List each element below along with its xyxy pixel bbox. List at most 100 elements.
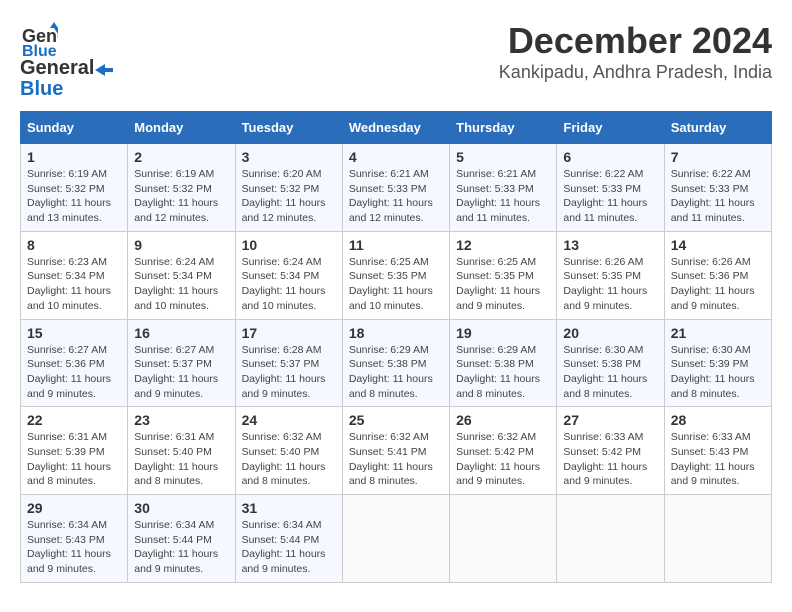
day-number: 28 [671, 412, 765, 428]
weekday-header: Tuesday [235, 112, 342, 144]
day-number: 4 [349, 149, 443, 165]
day-number: 26 [456, 412, 550, 428]
day-number: 5 [456, 149, 550, 165]
page-header: General Blue General Blue December 2024 … [20, 20, 772, 101]
day-detail: Sunrise: 6:32 AM Sunset: 5:42 PM Dayligh… [456, 430, 550, 489]
calendar-day-cell [342, 495, 449, 583]
day-number: 18 [349, 325, 443, 341]
weekday-header: Friday [557, 112, 664, 144]
calendar-day-cell: 7Sunrise: 6:22 AM Sunset: 5:33 PM Daylig… [664, 144, 771, 232]
calendar-day-cell: 4Sunrise: 6:21 AM Sunset: 5:33 PM Daylig… [342, 144, 449, 232]
day-number: 25 [349, 412, 443, 428]
day-number: 2 [134, 149, 228, 165]
day-number: 20 [563, 325, 657, 341]
calendar-week-row: 22Sunrise: 6:31 AM Sunset: 5:39 PM Dayli… [21, 407, 772, 495]
day-number: 23 [134, 412, 228, 428]
calendar-day-cell: 5 Sunrise: 6:21 AM Sunset: 5:33 PM Daylig… [450, 144, 557, 232]
day-number: 8 [27, 237, 121, 253]
calendar-day-cell: 25Sunrise: 6:32 AM Sunset: 5:41 PM Dayli… [342, 407, 449, 495]
day-number: 14 [671, 237, 765, 253]
day-detail: Sunrise: 6:24 AM Sunset: 5:34 PM Dayligh… [242, 255, 336, 314]
day-number: 21 [671, 325, 765, 341]
calendar-table: SundayMondayTuesdayWednesdayThursdayFrid… [20, 111, 772, 583]
weekday-header: Sunday [21, 112, 128, 144]
day-number: 17 [242, 325, 336, 341]
day-detail: Sunrise: 6:27 AM Sunset: 5:36 PM Dayligh… [27, 343, 121, 402]
day-number: 29 [27, 500, 121, 516]
calendar-day-cell: 27 Sunrise: 6:33 AM Sunset: 5:42 PM Dayli… [557, 407, 664, 495]
calendar-day-cell [450, 495, 557, 583]
weekday-header-row: SundayMondayTuesdayWednesdayThursdayFrid… [21, 112, 772, 144]
calendar-day-cell: 12 Sunrise: 6:25 AM Sunset: 5:35 PM Dayli… [450, 231, 557, 319]
calendar-day-cell: 21 Sunrise: 6:30 AM Sunset: 5:39 PM Dayli… [664, 319, 771, 407]
day-number: 1 [27, 149, 121, 165]
day-detail: Sunrise: 6:30 AM Sunset: 5:39 PM Dayligh… [671, 343, 765, 402]
day-number: 12 [456, 237, 550, 253]
day-detail: Sunrise: 6:33 AM Sunset: 5:42 PM Dayligh… [563, 430, 657, 489]
calendar-day-cell: 9Sunrise: 6:24 AM Sunset: 5:34 PM Daylig… [128, 231, 235, 319]
day-detail: Sunrise: 6:25 AM Sunset: 5:35 PM Dayligh… [456, 255, 550, 314]
day-detail: Sunrise: 6:21 AM Sunset: 5:33 PM Dayligh… [456, 167, 550, 226]
day-number: 15 [27, 325, 121, 341]
day-number: 6 [563, 149, 657, 165]
weekday-header: Wednesday [342, 112, 449, 144]
calendar-day-cell: 20Sunrise: 6:30 AM Sunset: 5:38 PM Dayli… [557, 319, 664, 407]
calendar-day-cell: 19 Sunrise: 6:29 AM Sunset: 5:38 PM Dayli… [450, 319, 557, 407]
day-number: 3 [242, 149, 336, 165]
day-number: 13 [563, 237, 657, 253]
weekday-header: Monday [128, 112, 235, 144]
calendar-day-cell: 3 Sunrise: 6:20 AM Sunset: 5:32 PM Daylig… [235, 144, 342, 232]
day-number: 27 [563, 412, 657, 428]
day-detail: Sunrise: 6:32 AM Sunset: 5:40 PM Dayligh… [242, 430, 336, 489]
day-number: 7 [671, 149, 765, 165]
day-detail: Sunrise: 6:34 AM Sunset: 5:43 PM Dayligh… [27, 518, 121, 577]
weekday-header: Saturday [664, 112, 771, 144]
svg-text:Blue: Blue [22, 43, 57, 58]
day-detail: Sunrise: 6:31 AM Sunset: 5:39 PM Dayligh… [27, 430, 121, 489]
calendar-day-cell: 17 Sunrise: 6:28 AM Sunset: 5:37 PM Dayli… [235, 319, 342, 407]
day-number: 16 [134, 325, 228, 341]
calendar-day-cell: 13Sunrise: 6:26 AM Sunset: 5:35 PM Dayli… [557, 231, 664, 319]
calendar-day-cell: 8 Sunrise: 6:23 AM Sunset: 5:34 PM Daylig… [21, 231, 128, 319]
calendar-day-cell [664, 495, 771, 583]
day-number: 30 [134, 500, 228, 516]
calendar-day-cell: 2Sunrise: 6:19 AM Sunset: 5:32 PM Daylig… [128, 144, 235, 232]
day-number: 31 [242, 500, 336, 516]
day-detail: Sunrise: 6:23 AM Sunset: 5:34 PM Dayligh… [27, 255, 121, 314]
title-block: December 2024 Kankipadu, Andhra Pradesh,… [499, 20, 772, 83]
logo-general: General [20, 58, 94, 78]
calendar-day-cell: 23 Sunrise: 6:31 AM Sunset: 5:40 PM Dayli… [128, 407, 235, 495]
day-number: 10 [242, 237, 336, 253]
calendar-day-cell: 1 Sunrise: 6:19 AM Sunset: 5:32 PM Daylig… [21, 144, 128, 232]
logo-arrow-icon [95, 64, 113, 76]
calendar-day-cell: 26 Sunrise: 6:32 AM Sunset: 5:42 PM Dayli… [450, 407, 557, 495]
logo: General Blue General Blue [20, 20, 113, 101]
calendar-day-cell: 14 Sunrise: 6:26 AM Sunset: 5:36 PM Dayli… [664, 231, 771, 319]
day-detail: Sunrise: 6:34 AM Sunset: 5:44 PM Dayligh… [134, 518, 228, 577]
day-detail: Sunrise: 6:20 AM Sunset: 5:32 PM Dayligh… [242, 167, 336, 226]
day-detail: Sunrise: 6:31 AM Sunset: 5:40 PM Dayligh… [134, 430, 228, 489]
day-detail: Sunrise: 6:19 AM Sunset: 5:32 PM Dayligh… [27, 167, 121, 226]
day-detail: Sunrise: 6:27 AM Sunset: 5:37 PM Dayligh… [134, 343, 228, 402]
calendar-week-row: 1 Sunrise: 6:19 AM Sunset: 5:32 PM Daylig… [21, 144, 772, 232]
day-number: 19 [456, 325, 550, 341]
calendar-day-cell: 16 Sunrise: 6:27 AM Sunset: 5:37 PM Dayli… [128, 319, 235, 407]
location-title: Kankipadu, Andhra Pradesh, India [499, 62, 772, 83]
day-detail: Sunrise: 6:22 AM Sunset: 5:33 PM Dayligh… [563, 167, 657, 226]
calendar-day-cell [557, 495, 664, 583]
day-number: 24 [242, 412, 336, 428]
day-detail: Sunrise: 6:34 AM Sunset: 5:44 PM Dayligh… [242, 518, 336, 577]
logo-blue: Blue [20, 78, 63, 100]
day-detail: Sunrise: 6:25 AM Sunset: 5:35 PM Dayligh… [349, 255, 443, 314]
day-detail: Sunrise: 6:29 AM Sunset: 5:38 PM Dayligh… [456, 343, 550, 402]
calendar-week-row: 29 Sunrise: 6:34 AM Sunset: 5:43 PM Dayli… [21, 495, 772, 583]
calendar-day-cell: 24 Sunrise: 6:32 AM Sunset: 5:40 PM Dayli… [235, 407, 342, 495]
calendar-day-cell: 22Sunrise: 6:31 AM Sunset: 5:39 PM Dayli… [21, 407, 128, 495]
day-detail: Sunrise: 6:29 AM Sunset: 5:38 PM Dayligh… [349, 343, 443, 402]
calendar-day-cell: 6 Sunrise: 6:22 AM Sunset: 5:33 PM Daylig… [557, 144, 664, 232]
day-detail: Sunrise: 6:28 AM Sunset: 5:37 PM Dayligh… [242, 343, 336, 402]
day-detail: Sunrise: 6:26 AM Sunset: 5:36 PM Dayligh… [671, 255, 765, 314]
calendar-week-row: 15 Sunrise: 6:27 AM Sunset: 5:36 PM Dayli… [21, 319, 772, 407]
calendar-day-cell: 29 Sunrise: 6:34 AM Sunset: 5:43 PM Dayli… [21, 495, 128, 583]
day-number: 9 [134, 237, 228, 253]
